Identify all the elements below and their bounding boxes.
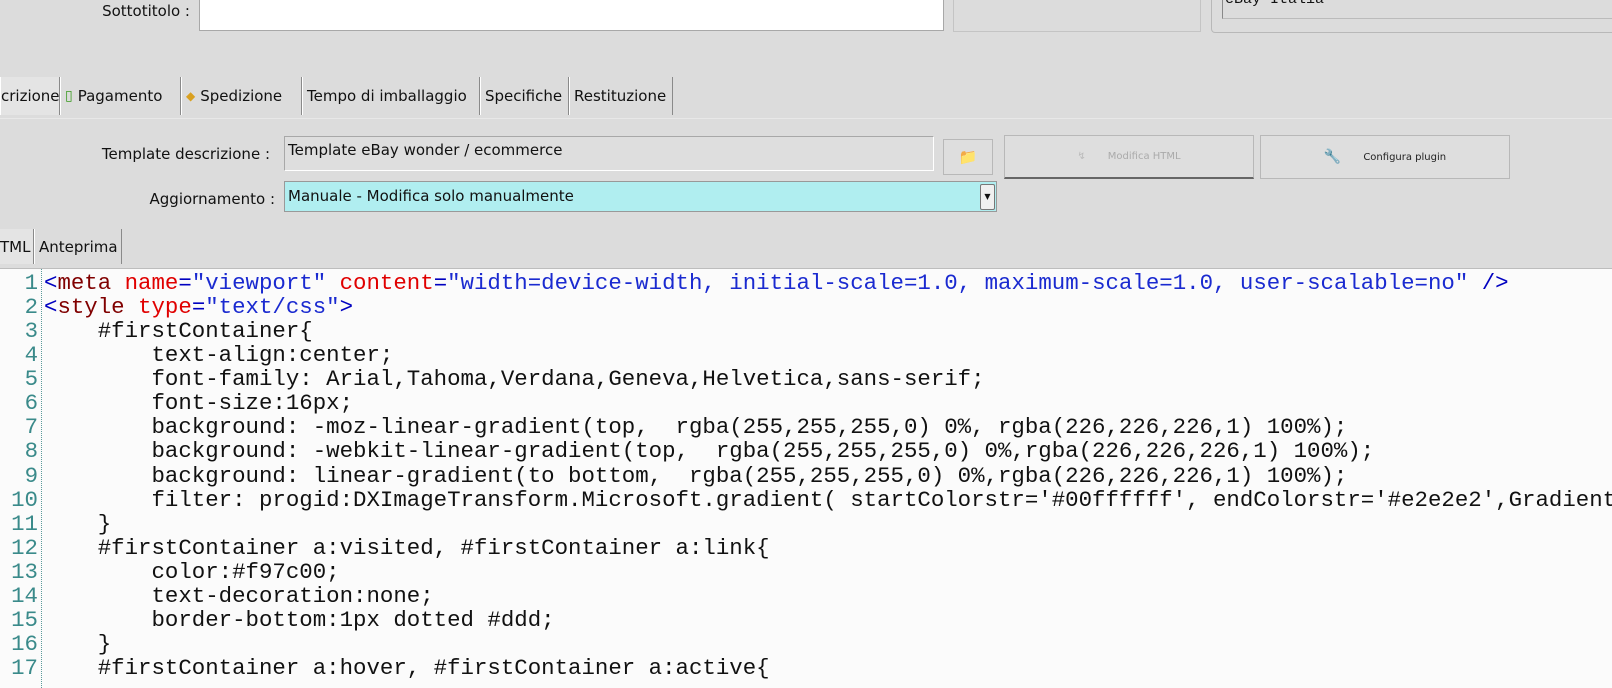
line-number: 15 [11,606,38,633]
code-token: background: -webkit-linear-gradient(top,… [44,438,1375,465]
code-token: = [178,270,192,296]
code-token: text-align:center; [44,342,394,369]
editor-tabs: TML Anteprima [0,229,122,264]
tab-html[interactable]: TML [0,229,34,264]
divider [0,118,1612,119]
line-number: 13 [11,558,38,585]
code-text: background: -webkit-linear-gradient(top,… [44,439,1374,463]
code-text: <meta name="viewport" content="width=dev… [44,271,1509,295]
code-token: font-size:16px; [44,390,354,417]
code-token: = [433,270,448,296]
code-text: color:#f97c00; [44,558,340,585]
code-text: background: -moz-linear-gradient(top, rg… [44,415,1347,439]
tab-tempo-imballaggio[interactable]: Tempo di imballaggio [302,77,480,115]
line-number: 16 [11,631,38,658]
line-number: 5 [24,366,38,393]
line-number: 10 [11,486,38,513]
code-token: "width=device-width, initial-scale=1.0, … [447,270,1482,296]
edit-icon: ↯ [1077,151,1086,162]
side-panel [953,0,1201,32]
code-token: < [44,294,58,321]
line-number: 11 [11,510,38,537]
line-number: 6 [24,390,38,417]
code-token: "text/css" [205,294,340,321]
code-text: filter: progid:DXImageTransform.Microsof… [44,488,1612,512]
code-text: } [44,632,111,656]
code-token: border-bottom:1px dotted #ddd; [44,606,555,633]
code-token: } [44,510,112,537]
wrench-icon: 🔧 [1323,149,1342,165]
code-token: name [124,270,179,296]
line-number: 12 [11,534,38,561]
folder-icon: 📁 [958,148,978,166]
code-token: filter: progid:DXImageTransform.Microsof… [44,486,1612,513]
code-token: = [191,294,206,321]
code-text: #firstContainer{ [44,319,313,343]
code-token: background: linear-gradient(to bottom, r… [44,462,1348,489]
code-token: meta [57,270,125,296]
chevron-down-icon[interactable]: ▼ [980,184,995,210]
browse-template-button[interactable]: 📁 [943,139,993,175]
code-token: } [44,631,112,658]
line-number: 7 [24,414,38,441]
subtitle-input[interactable] [199,0,944,31]
subtitle-label: Sottotitolo : [102,2,190,20]
tab-descrizione[interactable]: crizione [0,77,60,115]
configure-plugin-button[interactable]: 🔧 Configura plugin [1260,135,1510,179]
code-token: #firstContainer a:visited, #firstContain… [44,534,770,561]
line-number: 4 [24,342,38,369]
code-text: <style type="text/css"> [44,295,353,319]
tab-spedizione[interactable]: ◆ Spedizione [181,77,302,115]
code-token: #firstContainer a:hover, #firstContainer… [44,655,770,682]
code-text: #firstContainer a:visited, #firstContain… [44,536,770,560]
code-text: font-family: Arial,Tahoma,Verdana,Geneva… [44,366,985,393]
code-token: content [339,270,434,296]
code-text: text-align:center; [44,343,393,367]
marketplace-field[interactable]: eBay Italia [1222,0,1612,19]
code-text: text-decoration:none; [44,582,434,609]
code-token: #firstContainer{ [44,318,313,345]
code-token: color:#f97c00; [44,558,340,585]
line-number: 2 [24,294,38,321]
line-number: 8 [24,438,38,465]
edit-html-button[interactable]: ↯ Modifica HTML [1004,135,1254,179]
tab-specifiche[interactable]: Specifiche [480,77,569,115]
line-number: 3 [24,318,38,345]
code-text: #firstContainer a:hover, #firstContainer… [44,656,770,680]
line-number: 14 [11,582,38,609]
code-token: > [339,294,354,321]
code-token: < [44,270,58,296]
code-text: } [44,512,111,536]
html-code-editor[interactable]: 1 <meta name="viewport" content="width=de… [0,268,1612,688]
tab-anteprima[interactable]: Anteprima [34,229,122,264]
line-number: 9 [24,462,38,489]
update-select[interactable]: Manuale - Modifica solo manualmente ▼ [284,181,997,212]
code-token: type [138,294,192,321]
code-text: background: linear-gradient(to bottom, r… [44,464,1347,488]
package-icon: ◆ [186,89,196,103]
update-label: Aggiornamento : [149,190,275,208]
tab-pagamento[interactable]: ▯ Pagamento [60,77,181,115]
code-text: border-bottom:1px dotted #ddd; [44,606,555,633]
code-token: text-decoration:none; [44,582,434,609]
tab-restituzione[interactable]: Restituzione [569,77,673,115]
code-token: /> [1481,270,1509,296]
template-field[interactable]: Template eBay wonder / ecommerce [284,136,934,171]
code-token: background: -moz-linear-gradient(top, rg… [44,414,1348,441]
line-number: 17 [11,655,38,682]
main-tabs: crizione ▯ Pagamento ◆ Spedizione Tempo di… [0,77,673,116]
line-number: 1 [24,270,38,296]
money-icon: ▯ [65,88,73,104]
code-token: style [57,294,139,321]
code-text: font-size:16px; [44,391,353,415]
code-token: font-family: Arial,Tahoma,Verdana,Geneva… [44,366,985,393]
marketplace-group: eBay Italia [1211,0,1612,33]
template-label: Template descrizione : [101,145,270,163]
code-token: "viewport" [191,270,340,296]
